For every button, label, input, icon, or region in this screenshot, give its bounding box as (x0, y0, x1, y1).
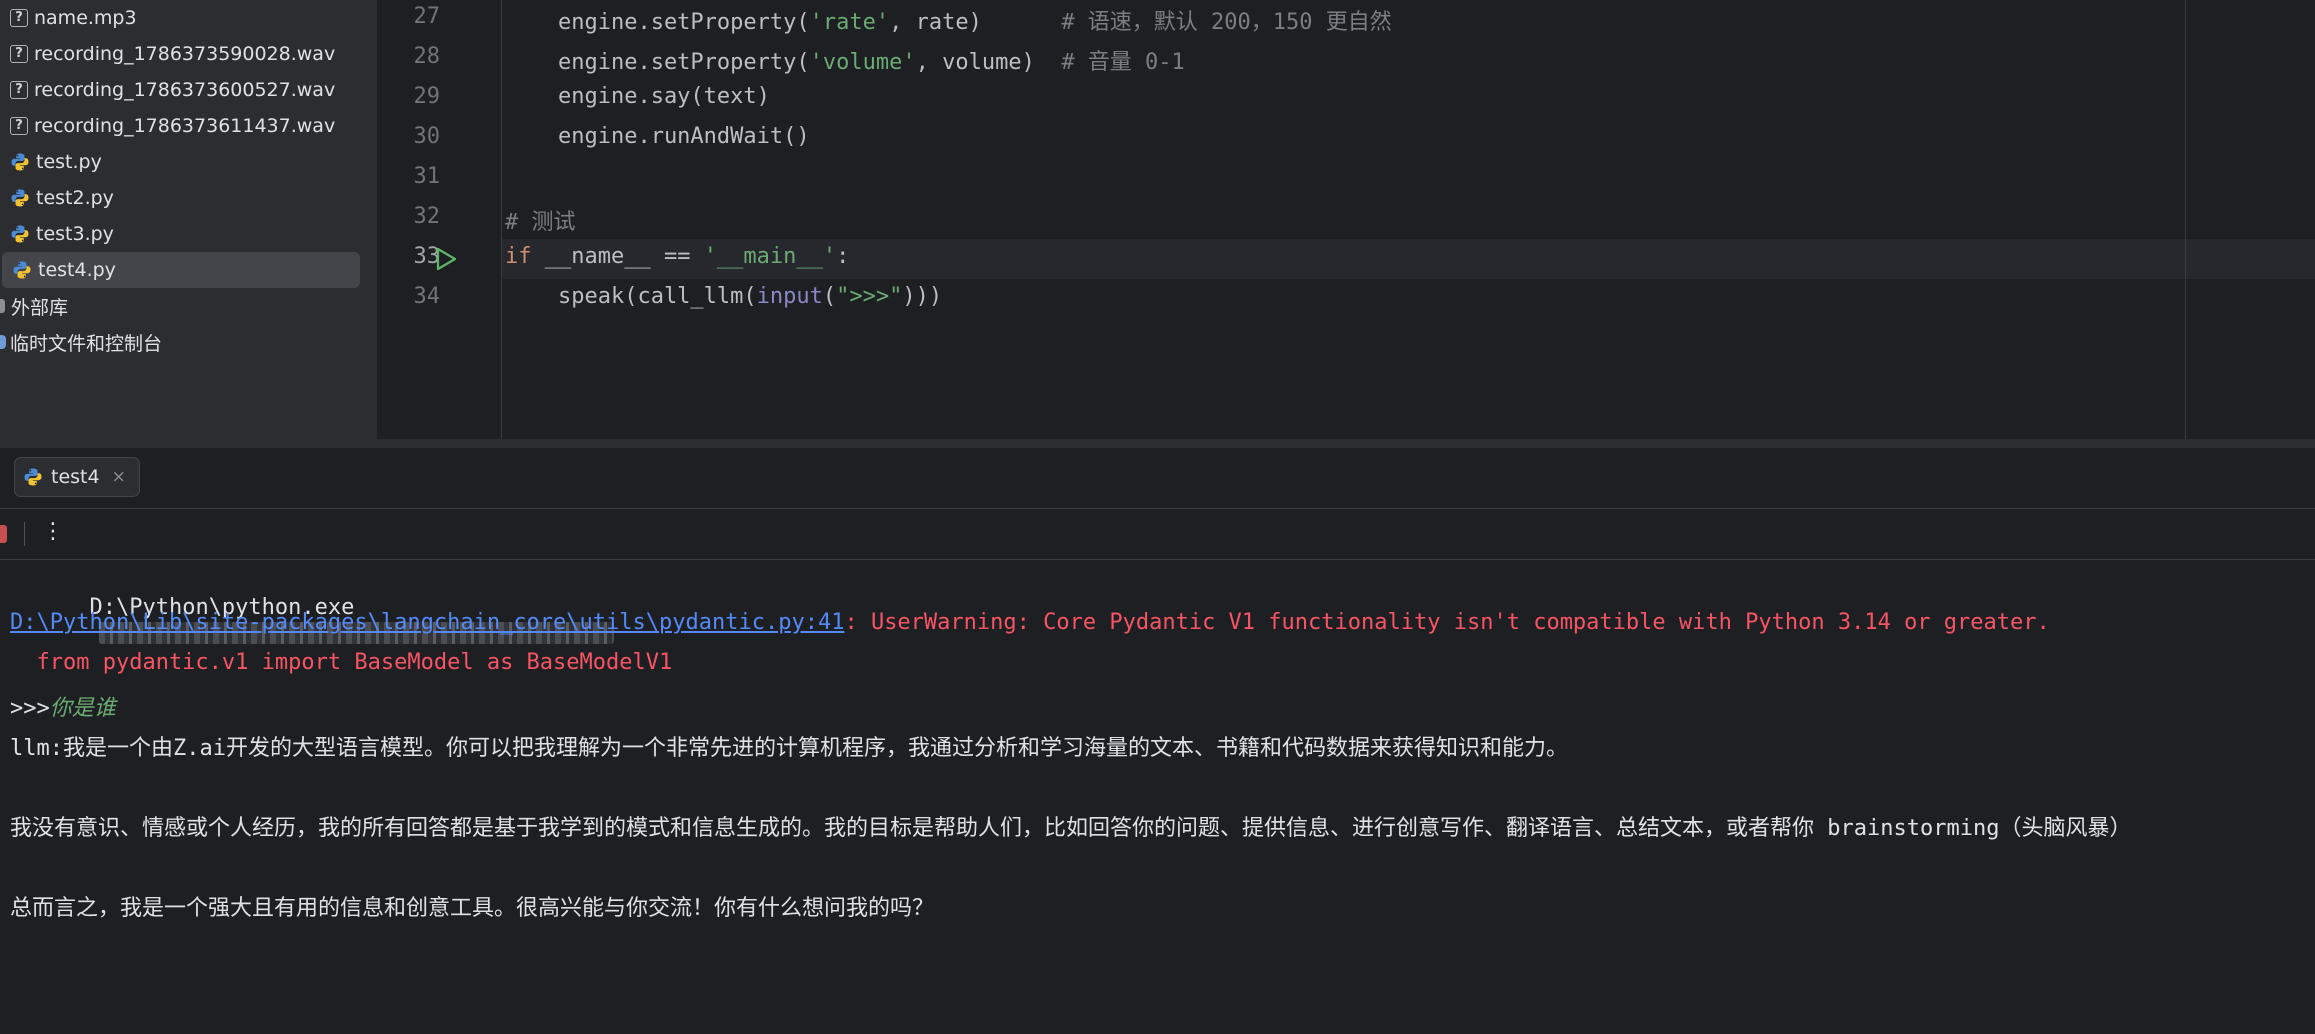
python-file-icon (10, 188, 30, 208)
code-line-30: engine.runAndWait() (505, 124, 810, 149)
tree-item-label: test.py (36, 151, 102, 173)
tree-item-label: name.mp3 (34, 7, 137, 29)
tree-item-file[interactable]: ? recording_1786373600527.wav (0, 72, 358, 108)
console-warning-line: D:\Python\Lib\site-packages\langchain_co… (10, 610, 2050, 635)
code-line-32: # 测试 (505, 210, 576, 235)
console-warning-line-2: from pydantic.v1 import BaseModel as Bas… (10, 650, 673, 675)
tree-item-file[interactable]: ? recording_1786373590028.wav (0, 36, 358, 72)
line-number: 32 (413, 204, 441, 229)
run-tool-window: test4 × ⋮ D:\Python\python.exe D:\Python… (0, 448, 2315, 1034)
console-prompt: >>> (10, 696, 50, 721)
tree-item-label: test3.py (36, 223, 114, 245)
code-line-27: engine.setProperty('rate', rate) # 语速，默认… (505, 10, 1392, 35)
tree-item-label: recording_1786373611437.wav (34, 115, 336, 137)
tree-item-file[interactable]: test2.py (0, 180, 358, 216)
python-file-icon (23, 467, 43, 487)
library-icon (0, 299, 5, 313)
code-line-29: engine.say(text) (505, 84, 770, 109)
console-reply-line: 总而言之，我是一个强大且有用的信息和创意工具。很高兴能与你交流！你有什么想问我的… (10, 896, 935, 921)
tree-item-label: 外部库 (11, 296, 69, 319)
console-input-line: >>>你是谁 (10, 690, 116, 722)
project-tree-panel: ? name.mp3 ? recording_1786373590028.wav… (0, 0, 377, 439)
tree-item-label: 临时文件和控制台 (10, 332, 163, 355)
python-file-icon (10, 152, 30, 172)
line-number: 33 (413, 244, 441, 269)
unknown-file-icon: ? (10, 81, 28, 99)
tree-item-file[interactable]: ? name.mp3 (0, 0, 358, 36)
console-reply-line: llm:我是一个由Z.ai开发的大型语言模型。你可以把我理解为一个非常先进的计算… (10, 736, 1568, 761)
python-file-icon (10, 224, 30, 244)
tree-item-file[interactable]: test3.py (0, 216, 358, 252)
run-tab-test4[interactable]: test4 × (14, 457, 140, 497)
tree-item-file-selected[interactable]: test4.py (2, 252, 360, 288)
run-tab-label: test4 (51, 466, 100, 488)
tree-item-label: recording_1786373600527.wav (34, 79, 336, 101)
tree-item-file[interactable]: ? recording_1786373611437.wav (0, 108, 358, 144)
line-number: 27 (413, 4, 441, 29)
line-number: 28 (413, 44, 441, 69)
line-number: 34 (413, 284, 441, 309)
tree-item-label: recording_1786373590028.wav (34, 43, 336, 65)
code-line-33: if __name__ == '__main__': (505, 244, 850, 269)
toolbar-separator (24, 522, 25, 546)
tool-window-splitter[interactable] (0, 439, 2315, 448)
run-tab-bar: test4 × (0, 448, 2315, 509)
code-line-28: engine.setProperty('volume', volume) # 音… (505, 50, 1185, 75)
line-number: 30 (413, 124, 441, 149)
tree-item-label: test4.py (38, 259, 116, 281)
code-line-34: speak(call_llm(input(">>>"))) (505, 284, 943, 309)
more-options-icon[interactable]: ⋮ (42, 519, 64, 544)
warning-message: : UserWarning: Core Pydantic V1 function… (844, 610, 2050, 635)
code-editor[interactable]: 27 28 29 30 31 32 33 34 engine.setProper… (384, 0, 2315, 439)
console-user-input: 你是谁 (49, 696, 116, 721)
run-toolbar: ⋮ (0, 509, 2315, 560)
warning-source-link[interactable]: D:\Python\Lib\site-packages\langchain_co… (10, 610, 844, 635)
console-reply-line: 我没有意识、情感或个人经历，我的所有回答都是基于我学到的模式和信息生成的。我的目… (10, 816, 2132, 841)
panel-splitter[interactable] (377, 0, 384, 439)
run-icon[interactable] (433, 246, 459, 272)
unknown-file-icon: ? (10, 45, 28, 63)
tree-item-file[interactable]: test.py (0, 144, 358, 180)
line-number: 29 (413, 84, 441, 109)
unknown-file-icon: ? (10, 9, 28, 27)
tree-item-label: test2.py (36, 187, 114, 209)
tree-item-external-libraries[interactable]: 外部库 (0, 288, 358, 324)
close-icon[interactable]: × (112, 467, 126, 487)
scratches-icon (0, 335, 6, 349)
gutter-separator (501, 0, 502, 439)
stop-button[interactable] (0, 525, 7, 543)
line-number: 31 (413, 164, 441, 189)
right-margin-guide (2185, 0, 2186, 439)
python-file-icon (12, 260, 32, 280)
tree-item-scratches[interactable]: 临时文件和控制台 (0, 324, 358, 360)
unknown-file-icon: ? (10, 117, 28, 135)
